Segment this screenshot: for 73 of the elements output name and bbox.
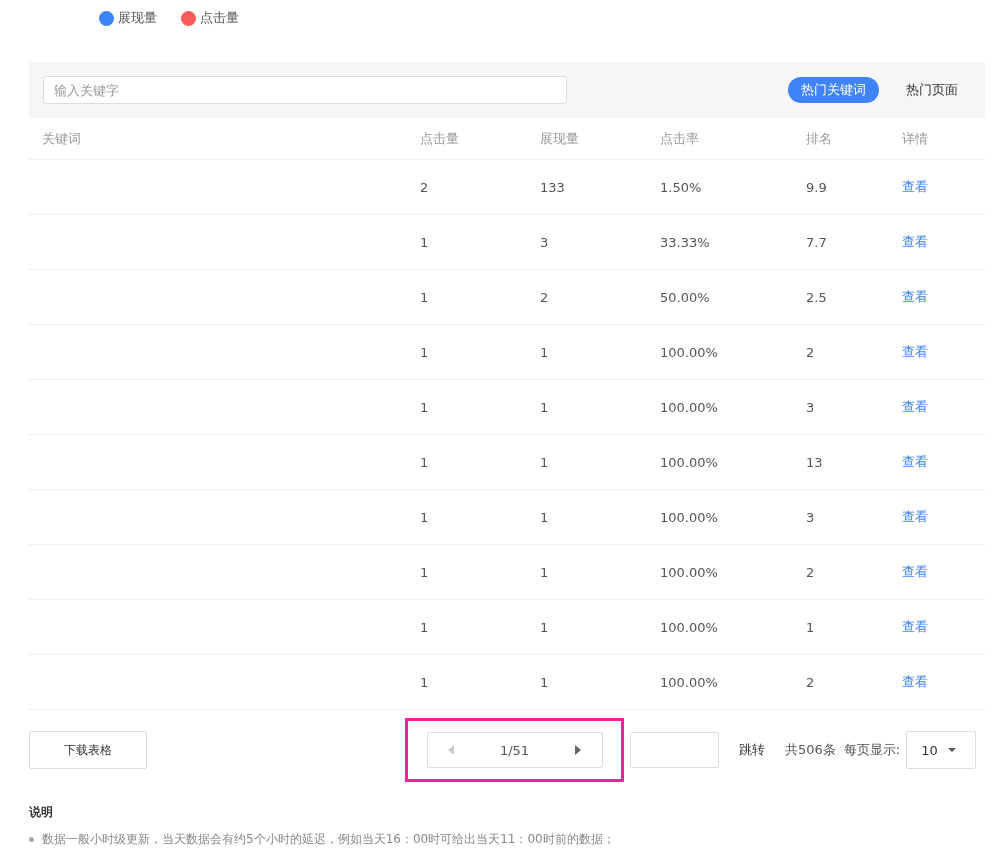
notes-title: 说明	[29, 804, 54, 821]
per-page-select[interactable]: 10	[906, 731, 977, 769]
table-cell-text: 100.00%	[660, 454, 719, 470]
table-cell-text: 1	[420, 399, 430, 415]
page-input[interactable]	[630, 732, 719, 768]
legend-label: 展现量	[118, 9, 157, 27]
table-cell-text: 3	[806, 509, 816, 525]
table-cell-text: 1.50%	[660, 179, 703, 195]
table-cell-text: 100.00%	[660, 674, 719, 690]
table-cell-text: 3	[806, 399, 816, 415]
tab[interactable]: 热门关键词	[788, 77, 879, 103]
page-indicator: 1/51	[499, 742, 530, 758]
tab[interactable]: 热门页面	[893, 77, 971, 103]
view-link[interactable]: 查看	[902, 508, 928, 526]
search-field[interactable]: 输入关键字	[43, 76, 567, 104]
table-cell-text: 2	[806, 674, 816, 690]
table-cell-text: 13	[806, 454, 824, 470]
table-cell-text: 1	[540, 344, 550, 360]
table-cell-text: 3	[540, 234, 550, 250]
per-page-label: 每页显示:	[843, 741, 901, 759]
next-arrow-icon[interactable]	[575, 745, 582, 755]
table-cell-text: 1	[420, 454, 430, 470]
view-link[interactable]: 查看	[902, 398, 928, 416]
table-cell-text: 50.00%	[660, 289, 711, 305]
table-cell-text: 1	[540, 619, 550, 635]
table-cell-text: 100.00%	[660, 399, 719, 415]
column-header: 展现量	[540, 129, 580, 148]
bullet-icon	[29, 837, 34, 842]
table-cell-text: 9.9	[806, 179, 828, 195]
download-button[interactable]: 下载表格	[29, 731, 147, 769]
column-header: 关键词	[42, 129, 82, 148]
table-cell-text: 2	[806, 564, 816, 580]
table-cell-text: 1	[420, 234, 430, 250]
table-cell-text: 1	[540, 674, 550, 690]
table-cell-text: 2	[806, 344, 816, 360]
view-link[interactable]: 查看	[902, 673, 928, 691]
table-cell-text: 100.00%	[660, 619, 719, 635]
table-cell-text: 1	[420, 509, 430, 525]
legend-label: 点击量	[200, 9, 239, 27]
view-link[interactable]: 查看	[902, 288, 928, 306]
total-count: 共506条	[785, 741, 836, 759]
view-link[interactable]: 查看	[902, 178, 928, 196]
table-cell-text: 2	[420, 179, 430, 195]
table-cell-text: 1	[420, 619, 430, 635]
view-link[interactable]: 查看	[902, 343, 928, 361]
table-cell-text: 100.00%	[660, 564, 719, 580]
table-cell-text: 7.7	[806, 234, 828, 250]
table-cell-text: 133	[540, 179, 566, 195]
table-cell-text: 1	[540, 509, 550, 525]
column-header: 详情	[902, 129, 929, 148]
view-link[interactable]: 查看	[902, 618, 928, 636]
column-header: 排名	[806, 129, 833, 148]
table-cell-text: 1	[420, 674, 430, 690]
table-cell-text: 2.5	[806, 289, 828, 305]
view-link[interactable]: 查看	[902, 563, 928, 581]
view-link[interactable]: 查看	[902, 233, 928, 251]
table-cell-text: 1	[420, 289, 430, 305]
jump-button[interactable]: 跳转	[739, 741, 765, 759]
column-header: 点击率	[660, 129, 700, 148]
table-cell-text: 33.33%	[660, 234, 711, 250]
table-cell-text: 2	[540, 289, 550, 305]
table-cell-text: 1	[806, 619, 816, 635]
table-cell-text: 1	[540, 454, 550, 470]
table-cell-text: 100.00%	[660, 344, 719, 360]
table-cell-text: 1	[420, 344, 430, 360]
table-cell-text: 100.00%	[660, 509, 719, 525]
view-link[interactable]: 查看	[902, 453, 928, 471]
table-cell-text: 1	[540, 564, 550, 580]
table-cell-text: 1	[420, 564, 430, 580]
column-header: 点击量	[420, 129, 460, 148]
table-cell-text: 1	[540, 399, 550, 415]
caret-icon	[947, 748, 956, 752]
note-text: 数据一般小时级更新，当天数据会有约5个小时的延迟，例如当天16：00时可给出当天11：00时前的数据；	[42, 831, 615, 848]
